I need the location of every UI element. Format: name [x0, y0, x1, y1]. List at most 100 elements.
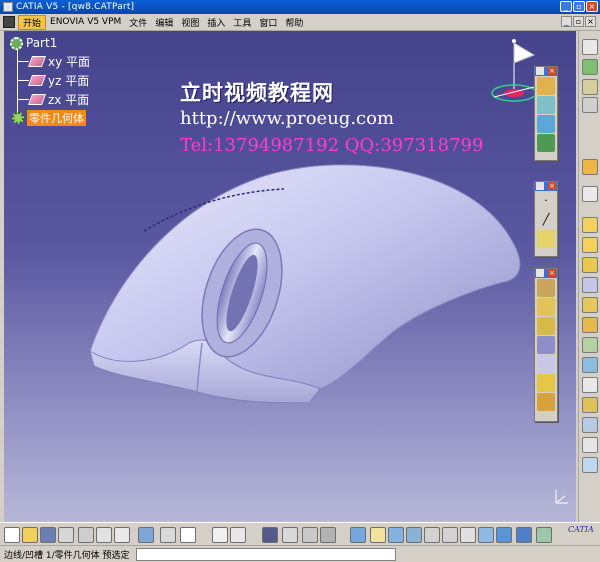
menu-start[interactable]: 开始: [18, 14, 47, 30]
doc-minimize-button[interactable]: _: [561, 16, 572, 27]
new-file-icon[interactable]: [4, 527, 20, 543]
toolbar-close-button[interactable]: ×: [548, 67, 556, 75]
pattern-icon[interactable]: [582, 377, 598, 393]
boolean-icon[interactable]: [582, 437, 598, 453]
normal-view-icon[interactable]: [460, 527, 476, 543]
plane-icon: [27, 94, 47, 105]
menu-insert[interactable]: 插入: [203, 16, 229, 29]
formula-icon[interactable]: [212, 527, 228, 543]
surface-tool-icon[interactable]: [537, 115, 555, 133]
menu-file[interactable]: 文件: [125, 16, 151, 29]
multi-view-icon[interactable]: [478, 527, 494, 543]
scale-icon[interactable]: [582, 397, 598, 413]
copy-icon[interactable]: [96, 527, 112, 543]
menu-edit[interactable]: 编辑: [151, 16, 177, 29]
loft-icon[interactable]: [537, 355, 555, 373]
render-icon[interactable]: [536, 527, 552, 543]
menu-enovia[interactable]: ENOVIA V5 VPM: [46, 17, 125, 27]
menu-bar: 开始 ENOVIA V5 VPM 文件 编辑 视图 插入 工具 窗口 帮助 _ …: [0, 14, 600, 31]
table-icon[interactable]: [262, 527, 278, 543]
doc-restore-button[interactable]: ▫: [573, 16, 584, 27]
toolbar-close-button[interactable]: ×: [548, 269, 556, 277]
window-controls: _ ▫ ×: [560, 1, 598, 12]
shading-icon[interactable]: [516, 527, 532, 543]
doc-close-button[interactable]: ×: [585, 16, 596, 27]
iso-view-icon[interactable]: [496, 527, 512, 543]
draft-icon[interactable]: [582, 297, 598, 313]
catalog-icon[interactable]: [582, 79, 598, 95]
title-bar: CATIA V5 - [qw8.CATPart] _ ▫ ×: [0, 0, 600, 14]
app-icon: [3, 2, 13, 12]
undo-icon[interactable]: [138, 527, 154, 543]
menu-view[interactable]: 视图: [177, 16, 203, 29]
tree-item-part-body[interactable]: 零件几何体: [12, 110, 86, 126]
paste-icon[interactable]: [114, 527, 130, 543]
help-icon[interactable]: [180, 527, 196, 543]
menu-tools[interactable]: 工具: [229, 16, 255, 29]
menu-window[interactable]: 窗口: [255, 16, 281, 29]
tree-item-xy-plane[interactable]: xy 平面: [17, 53, 90, 70]
tree-root[interactable]: Part1: [10, 36, 57, 50]
maximize-button[interactable]: ▫: [573, 1, 585, 12]
measure-icon[interactable]: [582, 217, 598, 233]
plane-create-icon[interactable]: [537, 230, 555, 248]
tree-icon[interactable]: [282, 527, 298, 543]
toolbar-grip-icon[interactable]: [536, 182, 544, 190]
print-icon[interactable]: [58, 527, 74, 543]
cut-icon[interactable]: [78, 527, 94, 543]
analysis-icon[interactable]: [582, 457, 598, 473]
solid-tool-icon[interactable]: [537, 134, 555, 152]
toolbar-grip-icon[interactable]: [536, 269, 544, 277]
part-design-icon[interactable]: [582, 59, 598, 75]
document-icon[interactable]: [3, 16, 15, 28]
sketch-icon[interactable]: [537, 77, 555, 95]
pan-icon[interactable]: [388, 527, 404, 543]
floating-toolbar-wireframe[interactable]: × · ╱: [534, 181, 558, 257]
thickness-icon[interactable]: [537, 393, 555, 411]
shaft-icon[interactable]: [537, 317, 555, 335]
split-icon[interactable]: [582, 337, 598, 353]
watermark-title: 立时视频教程网: [180, 80, 334, 105]
open-folder-icon[interactable]: [22, 527, 38, 543]
rib-icon[interactable]: [537, 336, 555, 354]
redo-icon[interactable]: [160, 527, 176, 543]
pad-icon[interactable]: [537, 279, 555, 297]
zoom-in-icon[interactable]: [424, 527, 440, 543]
hide-show-icon[interactable]: [302, 527, 318, 543]
knowledge-icon[interactable]: [230, 527, 246, 543]
fillet-icon[interactable]: [582, 257, 598, 273]
tree-item-yz-plane[interactable]: yz 平面: [17, 72, 89, 89]
toolbar-grip-icon[interactable]: [582, 39, 598, 55]
compass-icon[interactable]: [488, 35, 540, 105]
command-input[interactable]: [135, 547, 396, 561]
zoom-out-icon[interactable]: [442, 527, 458, 543]
hole-icon[interactable]: [537, 374, 555, 392]
save-icon[interactable]: [40, 527, 56, 543]
status-bar: 边线/凹槽 1/零件几何体 预选定: [0, 546, 600, 562]
toolbar-grip-icon[interactable]: [536, 67, 544, 75]
line-icon[interactable]: ╱: [537, 211, 555, 229]
constraint-icon[interactable]: [582, 237, 598, 253]
close-button[interactable]: ×: [586, 1, 598, 12]
chamfer-icon[interactable]: [582, 277, 598, 293]
floating-toolbar-views[interactable]: ×: [534, 66, 558, 161]
pocket-icon[interactable]: [537, 298, 555, 316]
fit-all-icon[interactable]: [370, 527, 386, 543]
plane-tool-icon[interactable]: [537, 96, 555, 114]
fly-mode-icon[interactable]: [350, 527, 366, 543]
point-icon[interactable]: ·: [537, 192, 555, 210]
floating-toolbar-features[interactable]: ×: [534, 268, 558, 422]
select-arrow-icon[interactable]: [582, 159, 598, 175]
shell-icon[interactable]: [582, 317, 598, 333]
toolbar-close-button[interactable]: ×: [548, 182, 556, 190]
separator-icon: [582, 97, 598, 113]
sketcher-icon[interactable]: [582, 186, 598, 202]
swap-icon[interactable]: [320, 527, 336, 543]
rotate-icon[interactable]: [406, 527, 422, 543]
menu-help[interactable]: 帮助: [281, 16, 307, 29]
mirror-icon[interactable]: [582, 357, 598, 373]
3d-viewport[interactable]: Part1 xy 平面 yz 平面 zx 平面 零件几何体 立时视频教程网 ht…: [4, 31, 576, 522]
tree-item-zx-plane[interactable]: zx 平面: [17, 91, 89, 108]
minimize-button[interactable]: _: [560, 1, 572, 12]
transform-icon[interactable]: [582, 417, 598, 433]
